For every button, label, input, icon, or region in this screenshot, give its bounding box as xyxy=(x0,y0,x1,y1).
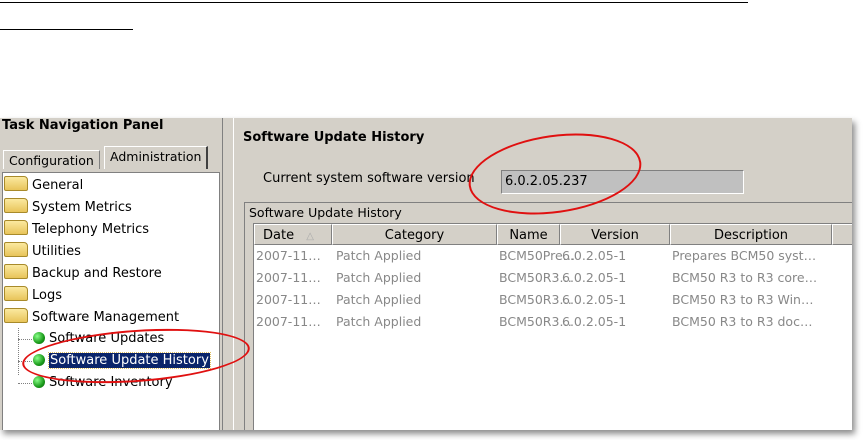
navigation-tree: General System Metrics Telephony Metrics… xyxy=(2,172,220,430)
folder-icon xyxy=(4,198,28,213)
tree-label: System Metrics xyxy=(32,200,132,215)
table-cell: 2007-11… xyxy=(256,292,321,307)
history-table: Date △ Category Name Version Description… xyxy=(253,223,852,430)
tree-item-utilities[interactable]: Utilities xyxy=(4,242,81,262)
task-navigation-panel: Task Navigation Panel Configuration Admi… xyxy=(0,118,222,430)
tree-label: Backup and Restore xyxy=(32,266,162,281)
column-header-version[interactable]: Version xyxy=(560,224,670,245)
table-cell: Prepares BCM50 syst… xyxy=(672,248,817,263)
table-cell: 6.0.2.05-1 xyxy=(562,314,627,329)
table-cell: 6.0.2.05-1 xyxy=(562,248,627,263)
table-cell: BCM50R3… xyxy=(499,270,572,285)
column-header-category[interactable]: Category xyxy=(332,224,497,245)
table-cell: 2007-11… xyxy=(256,248,321,263)
tab-configuration[interactable]: Configuration xyxy=(3,150,100,169)
tree-label: General xyxy=(32,178,84,193)
tree-item-backup-restore[interactable]: Backup and Restore xyxy=(4,264,162,284)
table-cell: 6.0.2.05-1 xyxy=(562,292,627,307)
table-cell: Patch Applied xyxy=(336,292,422,307)
folder-icon xyxy=(4,176,28,191)
column-header-name[interactable]: Name xyxy=(497,224,560,245)
tree-item-telephony-metrics[interactable]: Telephony Metrics xyxy=(4,220,149,240)
tree-connector xyxy=(18,328,19,375)
header-label: Date xyxy=(263,228,295,243)
table-cell: BCM50R3… xyxy=(499,292,572,307)
table-cell: 2007-11… xyxy=(256,270,321,285)
divider-line-short xyxy=(0,29,133,30)
sort-ascending-icon: △ xyxy=(306,231,314,242)
tree-label: Software Management xyxy=(32,310,180,325)
group-label: Software Update History xyxy=(249,205,402,220)
table-cell: 2007-11… xyxy=(256,314,321,329)
folder-open-icon xyxy=(4,308,28,323)
tree-item-software-management[interactable]: Software Management xyxy=(4,308,179,328)
table-cell: Patch Applied xyxy=(336,270,422,285)
folder-icon xyxy=(4,242,28,257)
version-label: Current system software version xyxy=(263,171,475,186)
tree-label: Telephony Metrics xyxy=(32,222,150,237)
tree-item-general[interactable]: General xyxy=(4,176,83,196)
table-cell: 6.0.2.05-1 xyxy=(562,270,627,285)
table-cell: BCM50 R3 to R3 doc… xyxy=(672,314,813,329)
folder-icon xyxy=(4,286,28,301)
tree-label: Logs xyxy=(32,288,62,303)
table-cell: BCM50 R3 to R3 Win… xyxy=(672,292,814,307)
tree-connector xyxy=(18,383,32,384)
table-cell: BCM50 R3 to R3 core… xyxy=(672,270,818,285)
status-green-icon xyxy=(33,332,45,344)
tree-connector xyxy=(18,339,32,340)
tab-administration[interactable]: Administration xyxy=(104,146,209,169)
folder-icon xyxy=(4,264,28,279)
update-history-group: Software Update History Date △ Category … xyxy=(244,202,852,430)
column-header-description[interactable]: Description xyxy=(670,224,832,245)
divider-line xyxy=(0,2,748,3)
table-cell: Patch Applied xyxy=(336,248,422,263)
table-cell: Patch Applied xyxy=(336,314,422,329)
page-title: Software Update History xyxy=(243,130,425,145)
panel-title: Task Navigation Panel xyxy=(2,118,164,133)
column-header-extra[interactable] xyxy=(832,224,852,245)
folder-icon xyxy=(4,220,28,235)
table-cell: BCM50R3… xyxy=(499,314,572,329)
column-header-date[interactable]: Date △ xyxy=(254,224,332,245)
tree-item-system-metrics[interactable]: System Metrics xyxy=(4,198,132,218)
tree-item-logs[interactable]: Logs xyxy=(4,286,62,306)
status-green-icon xyxy=(33,376,45,388)
app-screenshot: Task Navigation Panel Configuration Admi… xyxy=(0,118,852,430)
tree-label: Utilities xyxy=(32,244,81,259)
